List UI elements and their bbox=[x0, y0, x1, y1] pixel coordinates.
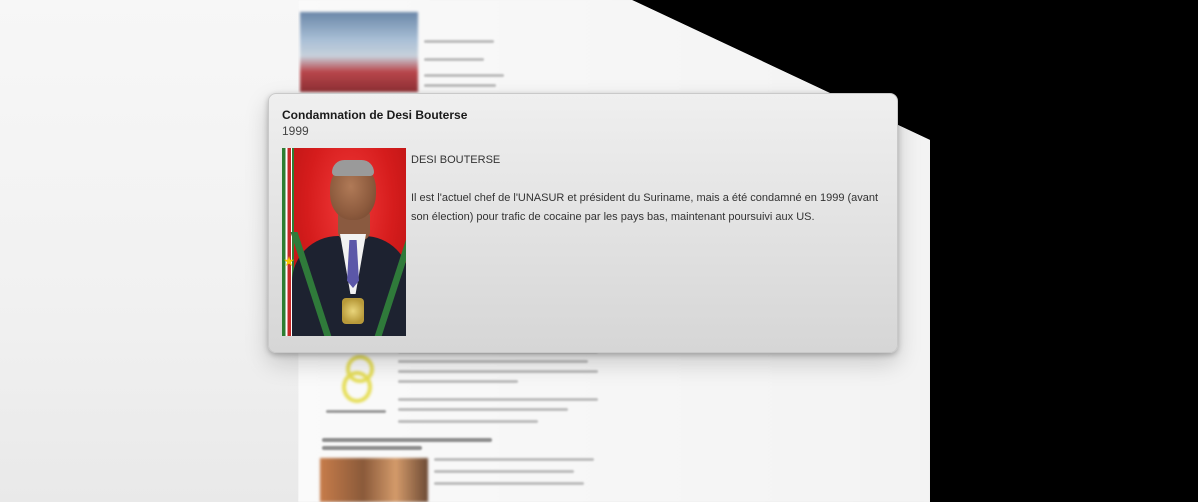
background-text-line bbox=[398, 370, 598, 373]
background-text-line bbox=[434, 458, 594, 461]
background-text-line bbox=[398, 380, 518, 383]
popover-body: DESI BOUTERSE Il est l'actuel chef de l'… bbox=[411, 151, 881, 227]
screen: Condamnation de Desi Bouterse 1999 DESI … bbox=[0, 0, 1198, 502]
background-text-line bbox=[424, 58, 484, 61]
background-page-photo bbox=[300, 12, 418, 92]
portrait-image bbox=[282, 148, 406, 336]
popover-year: 1999 bbox=[282, 124, 309, 138]
event-popover[interactable]: Condamnation de Desi Bouterse 1999 DESI … bbox=[268, 93, 898, 353]
portrait-hair bbox=[332, 160, 374, 176]
background-page-thumbnail bbox=[320, 458, 428, 502]
background-text-line bbox=[398, 420, 538, 423]
portrait-medal bbox=[342, 298, 364, 324]
background-text-line bbox=[434, 470, 574, 473]
background-text-line bbox=[434, 482, 584, 485]
background-text-line bbox=[398, 408, 568, 411]
background-text-line bbox=[398, 360, 588, 363]
person-name: DESI BOUTERSE bbox=[411, 154, 501, 166]
background-text-line bbox=[424, 74, 504, 77]
background-heading-line bbox=[322, 438, 492, 442]
popover-title: Condamnation de Desi Bouterse bbox=[282, 108, 468, 122]
background-text-line bbox=[424, 84, 496, 87]
background-logo-caption bbox=[326, 410, 386, 413]
background-logo-icon bbox=[338, 355, 378, 405]
background-heading-line bbox=[322, 446, 422, 450]
person-description: Il est l'actuel chef de l'UNASUR et prés… bbox=[411, 192, 879, 223]
background-text-line bbox=[398, 398, 598, 401]
background-text-line bbox=[424, 40, 494, 43]
